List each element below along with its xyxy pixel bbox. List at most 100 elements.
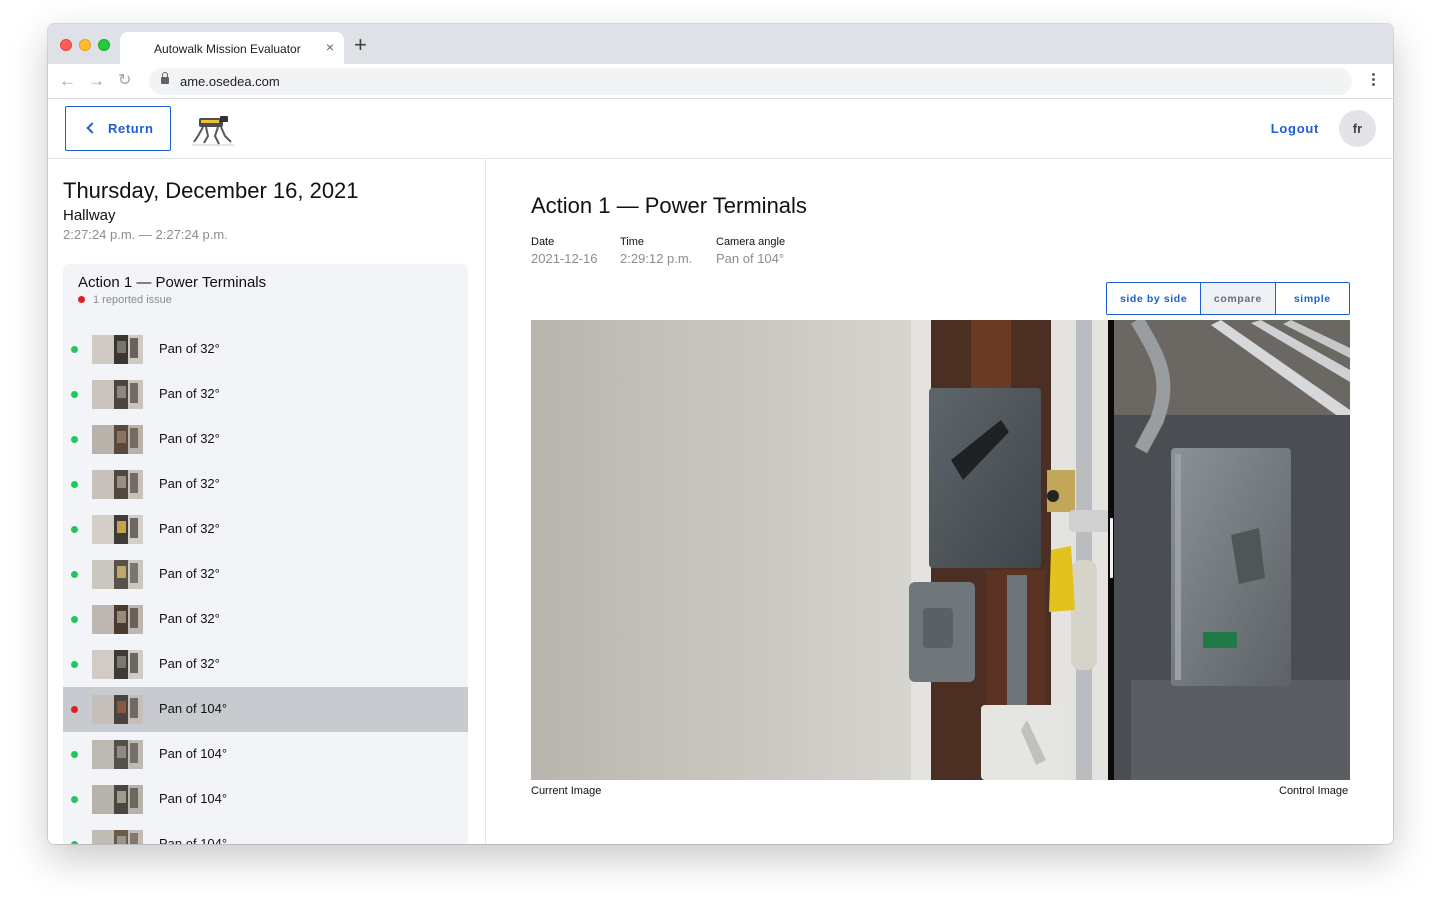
capture-row[interactable]: Pan of 32° bbox=[63, 552, 468, 597]
meta-time-label: Time bbox=[620, 236, 645, 248]
ok-status-dot-icon bbox=[71, 616, 78, 623]
mode-compare-button[interactable]: compare bbox=[1201, 283, 1276, 314]
return-button[interactable]: Return bbox=[65, 106, 171, 151]
app-header: Return Logout fr bbox=[48, 99, 1393, 159]
mission-time-range: 2:27:24 p.m. — 2:27:24 p.m. bbox=[63, 227, 228, 242]
capture-label: Pan of 104° bbox=[159, 701, 228, 716]
issue-count-text: 1 reported issue bbox=[93, 294, 172, 306]
capture-row[interactable]: Pan of 32° bbox=[63, 327, 468, 372]
action-title[interactable]: Action 1 — Power Terminals bbox=[78, 274, 266, 291]
issue-status-dot-icon bbox=[71, 706, 78, 713]
ok-status-dot-icon bbox=[71, 661, 78, 668]
capture-label: Pan of 32° bbox=[159, 566, 220, 581]
ok-status-dot-icon bbox=[71, 571, 78, 578]
capture-label: Pan of 104° bbox=[159, 836, 228, 844]
capture-row[interactable]: Pan of 104° bbox=[63, 732, 468, 777]
capture-thumbnail[interactable] bbox=[92, 425, 143, 454]
capture-thumbnail[interactable] bbox=[92, 830, 143, 844]
close-window-button[interactable] bbox=[60, 39, 72, 51]
tab-close-icon[interactable]: × bbox=[326, 39, 334, 55]
browser-window: Autowalk Mission Evaluator × + ← → ↻ ame… bbox=[48, 24, 1393, 844]
capture-row[interactable]: Pan of 104° bbox=[63, 687, 468, 732]
meta-date-label: Date bbox=[531, 236, 555, 248]
capture-thumbnail[interactable] bbox=[92, 335, 143, 364]
capture-label: Pan of 32° bbox=[159, 431, 220, 446]
maximize-window-button[interactable] bbox=[98, 39, 110, 51]
capture-thumbnail[interactable] bbox=[92, 470, 143, 499]
capture-thumbnail[interactable] bbox=[92, 650, 143, 679]
lock-icon bbox=[161, 72, 169, 85]
sidebar: Thursday, December 16, 2021 Hallway 2:27… bbox=[48, 159, 486, 844]
capture-row[interactable]: Pan of 104° bbox=[63, 777, 468, 822]
capture-row[interactable]: Pan of 32° bbox=[63, 417, 468, 462]
capture-label: Pan of 32° bbox=[159, 656, 220, 671]
meta-time: Time 2:29:12 p.m. bbox=[620, 236, 692, 266]
power-panel-photo bbox=[531, 320, 1350, 780]
capture-label: Pan of 32° bbox=[159, 386, 220, 401]
capture-thumbnail[interactable] bbox=[92, 785, 143, 814]
mode-side-by-side-button[interactable]: side by side bbox=[1107, 283, 1202, 314]
url-text[interactable]: ame.osedea.com bbox=[180, 74, 280, 89]
chevron-left-icon bbox=[86, 122, 98, 134]
capture-row[interactable]: Pan of 104° bbox=[63, 822, 468, 844]
meta-time-value: 2:29:12 p.m. bbox=[620, 251, 693, 266]
capture-thumbnail[interactable] bbox=[92, 695, 143, 724]
ok-status-dot-icon bbox=[71, 796, 78, 803]
mission-location: Hallway bbox=[63, 207, 116, 224]
capture-thumbnail[interactable] bbox=[92, 515, 143, 544]
action-card: Action 1 — Power Terminals 1 reported is… bbox=[63, 264, 468, 844]
tab-bar: Autowalk Mission Evaluator × + bbox=[48, 24, 1393, 64]
capture-row[interactable]: Pan of 32° bbox=[63, 372, 468, 417]
meta-angle-label: Camera angle bbox=[716, 236, 786, 248]
control-image-label: Control Image bbox=[1279, 785, 1349, 797]
browser-tab[interactable]: Autowalk Mission Evaluator × bbox=[120, 32, 344, 64]
back-icon[interactable]: ← bbox=[59, 71, 76, 91]
capture-row[interactable]: Pan of 32° bbox=[63, 462, 468, 507]
ok-status-dot-icon bbox=[71, 436, 78, 443]
ok-status-dot-icon bbox=[71, 751, 78, 758]
capture-label: Pan of 104° bbox=[159, 746, 228, 761]
mode-simple-button[interactable]: simple bbox=[1275, 283, 1349, 314]
image-compare-viewer[interactable] bbox=[531, 320, 1350, 780]
return-button-label: Return bbox=[108, 121, 154, 136]
capture-label: Pan of 32° bbox=[159, 341, 220, 356]
reload-icon[interactable]: ↻ bbox=[118, 71, 131, 91]
capture-label: Pan of 32° bbox=[159, 476, 220, 491]
main-panel: Action 1 — Power Terminals Date 2021-12-… bbox=[486, 159, 1393, 844]
address-bar[interactable]: ame.osedea.com bbox=[149, 68, 1352, 95]
mission-date: Thursday, December 16, 2021 bbox=[63, 178, 359, 203]
page-title: Action 1 — Power Terminals bbox=[531, 193, 807, 218]
tab-title: Autowalk Mission Evaluator bbox=[154, 42, 301, 56]
capture-thumbnail[interactable] bbox=[92, 605, 143, 634]
ok-status-dot-icon bbox=[71, 526, 78, 533]
ok-status-dot-icon bbox=[71, 346, 78, 353]
meta-angle-value: Pan of 104° bbox=[716, 251, 785, 266]
new-tab-button[interactable]: + bbox=[354, 34, 367, 56]
current-image-label: Current Image bbox=[531, 785, 602, 797]
forward-icon[interactable]: → bbox=[88, 71, 105, 91]
capture-row[interactable]: Pan of 32° bbox=[63, 597, 468, 642]
capture-row[interactable]: Pan of 32° bbox=[63, 642, 468, 687]
ok-status-dot-icon bbox=[71, 391, 78, 398]
capture-label: Pan of 32° bbox=[159, 521, 220, 536]
capture-row[interactable]: Pan of 32° bbox=[63, 507, 468, 552]
logout-link[interactable]: Logout bbox=[1271, 121, 1319, 136]
capture-thumbnail[interactable] bbox=[92, 740, 143, 769]
view-mode-toggle: side by side compare simple bbox=[1106, 282, 1350, 315]
capture-thumbnail[interactable] bbox=[92, 380, 143, 409]
capture-thumbnail[interactable] bbox=[92, 560, 143, 589]
browser-menu-icon[interactable] bbox=[1372, 73, 1375, 88]
meta-date: Date 2021-12-16 bbox=[531, 236, 598, 266]
meta-camera-angle: Camera angle Pan of 104° bbox=[716, 236, 785, 266]
avatar[interactable]: fr bbox=[1339, 110, 1376, 147]
capture-label: Pan of 104° bbox=[159, 791, 228, 806]
ok-status-dot-icon bbox=[71, 841, 78, 844]
issue-dot-icon bbox=[78, 296, 85, 303]
browser-toolbar: ← → ↻ ame.osedea.com bbox=[48, 64, 1393, 99]
capture-label: Pan of 32° bbox=[159, 611, 220, 626]
issue-summary: 1 reported issue bbox=[78, 294, 172, 306]
capture-list: Pan of 32° Pan of 32° Pan of 32° Pan of 32°… bbox=[63, 327, 468, 844]
minimize-window-button[interactable] bbox=[79, 39, 91, 51]
meta-date-value: 2021-12-16 bbox=[531, 251, 598, 266]
robot-dog-logo-icon bbox=[192, 116, 234, 146]
